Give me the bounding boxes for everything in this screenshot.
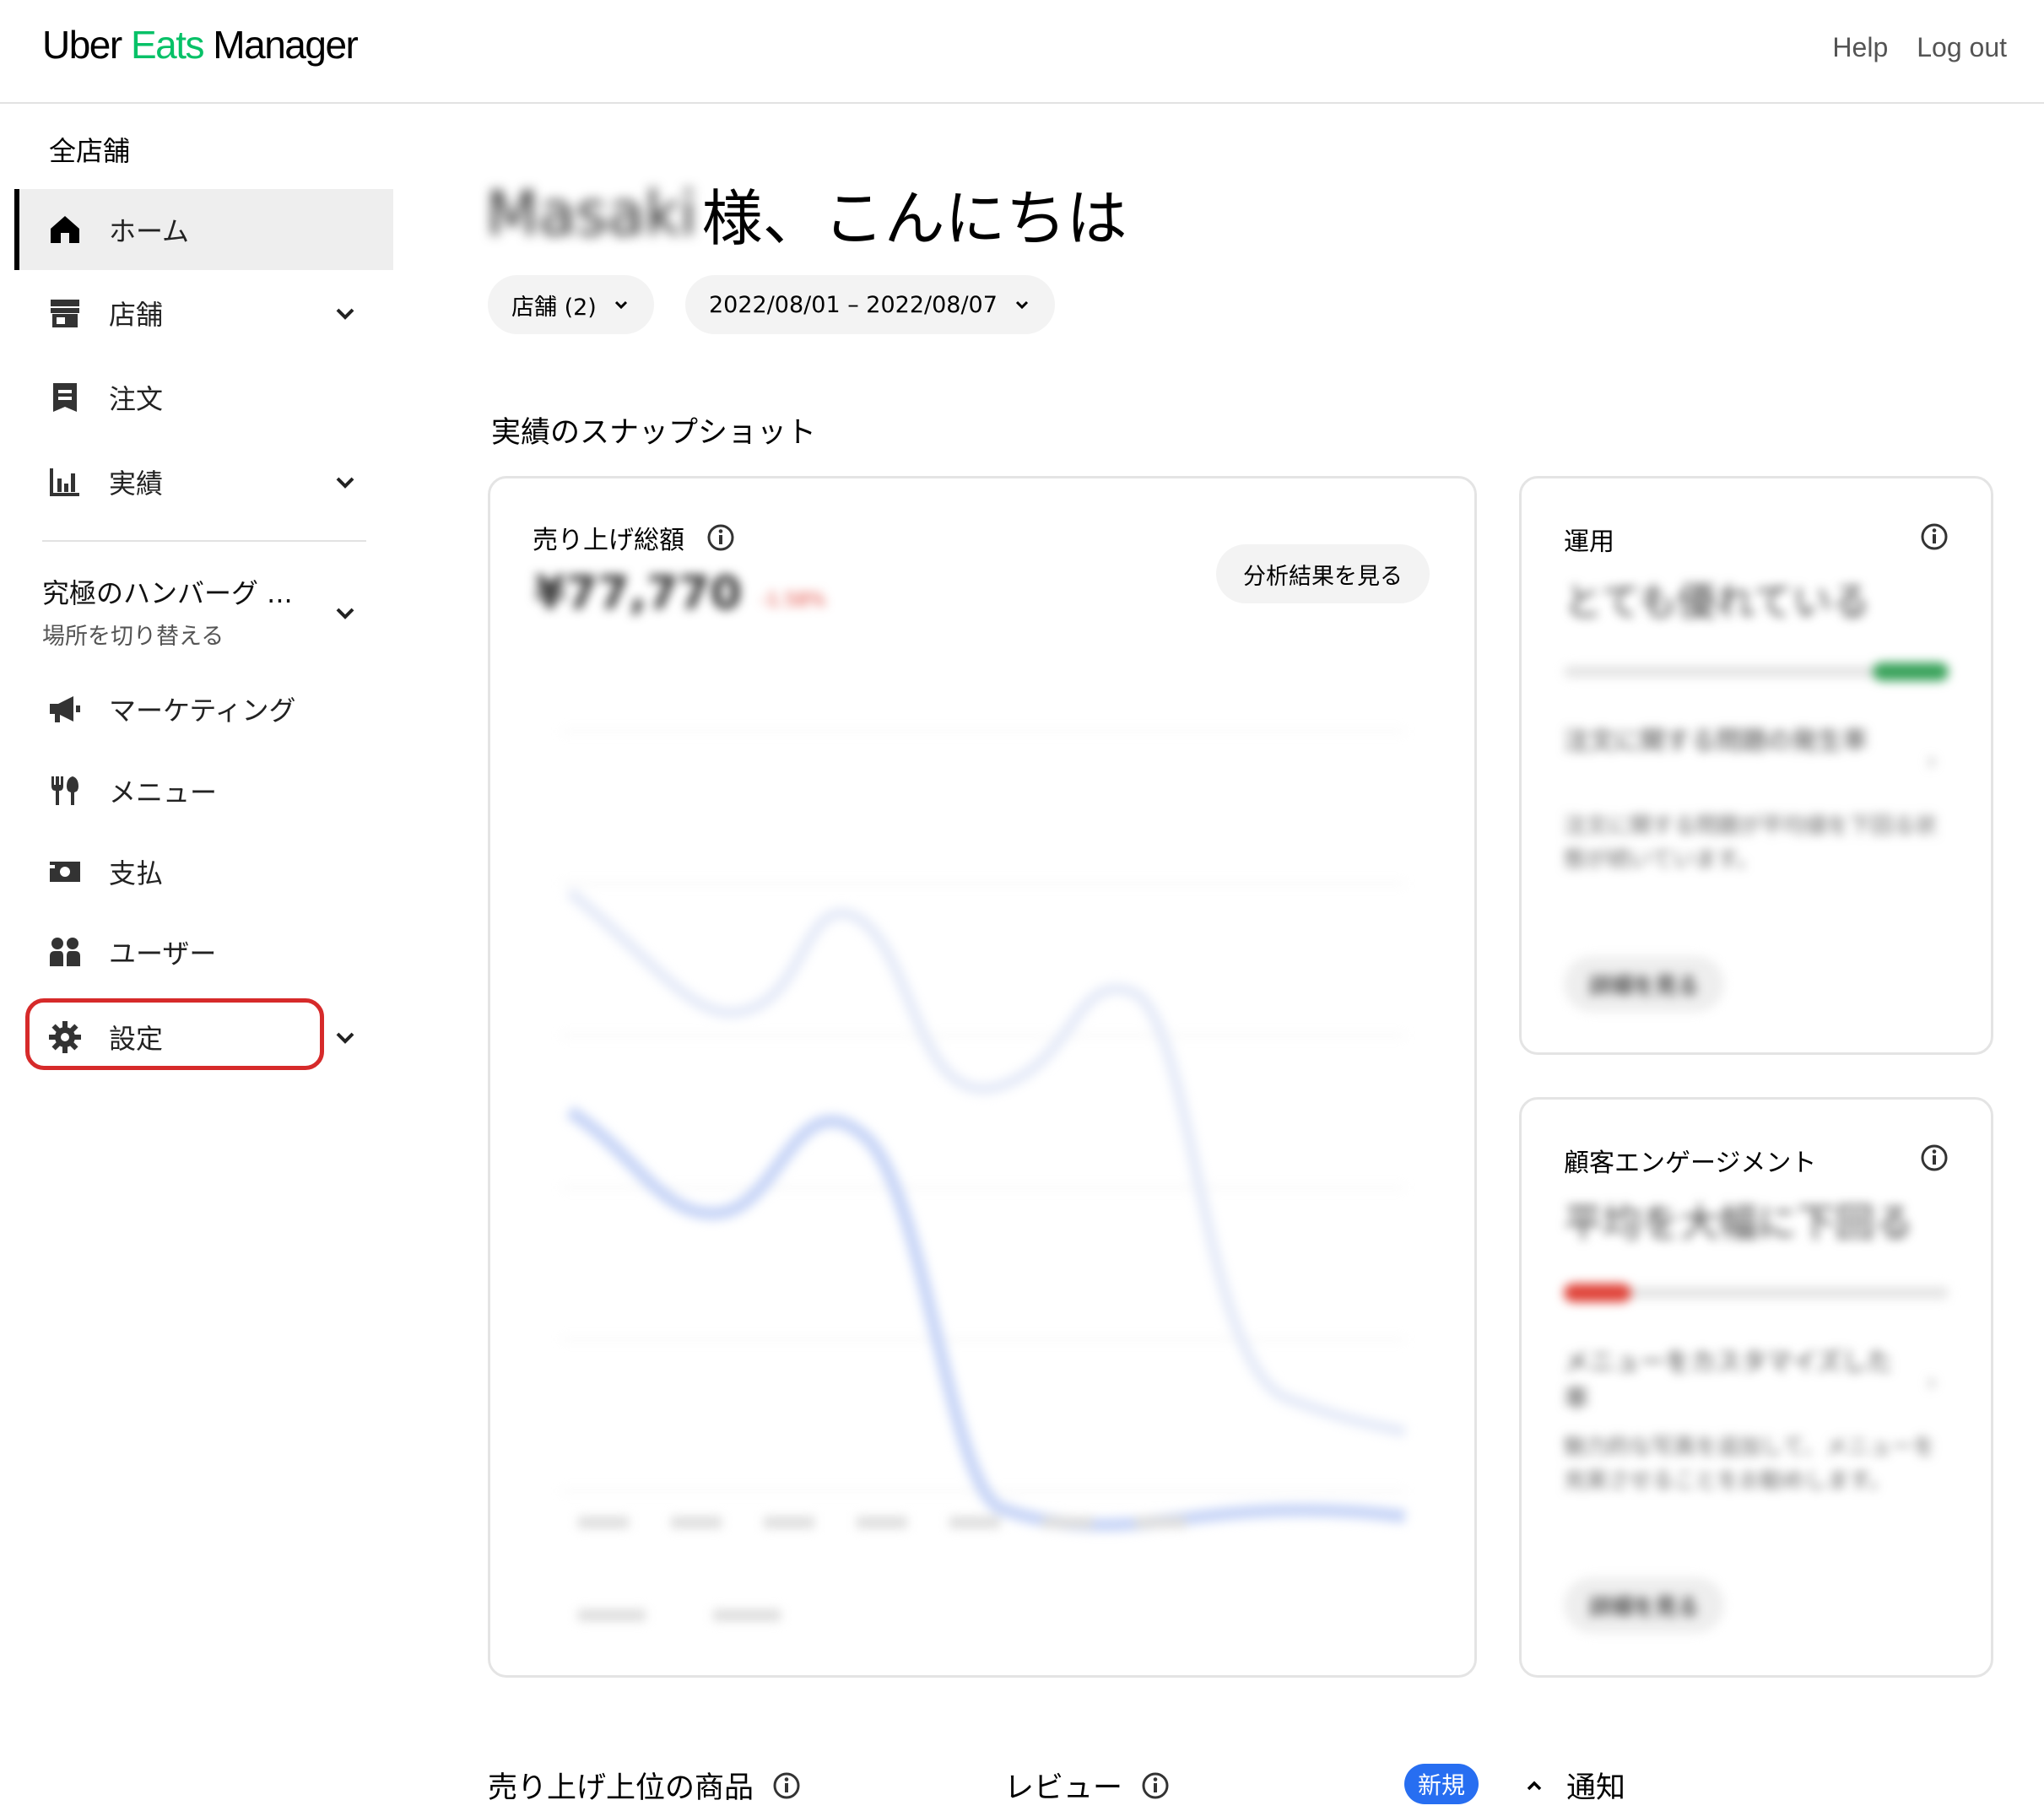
chevron-down-icon [1015, 300, 1028, 310]
sidebar-item-orders[interactable]: 注文 [14, 357, 393, 438]
sidebar-item-stores[interactable]: 店舗 [14, 273, 393, 354]
sidebar-item-marketing[interactable]: マーケティング [14, 668, 393, 749]
sales-line-chart [561, 731, 1407, 1621]
engagement-card-title: 顧客エンゲージメント [1564, 1149, 1817, 1178]
sidebar-item-users[interactable]: ユーザー [14, 911, 393, 992]
date-range-dropdown[interactable]: 2022/08/01 – 2022/08/07 [685, 275, 1055, 334]
notifications-toggle[interactable]: 通知 [1524, 1764, 1625, 1807]
info-icon[interactable] [1920, 522, 1949, 551]
sidebar-item-label: 支払 [109, 857, 164, 889]
payment-icon [48, 855, 82, 889]
users-icon [48, 935, 82, 969]
chevron-down-icon[interactable] [332, 468, 359, 495]
store-filter-label: 店舗 (2) [511, 294, 597, 321]
home-icon [48, 213, 82, 246]
sidebar-item-label: 店舗 [109, 299, 164, 331]
sales-total: ¥77,770 -1.58% [534, 566, 826, 619]
chevron-up-icon [1527, 1781, 1542, 1790]
sales-change-badge: -1.58% [760, 590, 826, 611]
sales-card-title: 売り上げ総額 [533, 526, 684, 555]
engagement-progress-fill [1564, 1284, 1631, 1302]
info-icon[interactable] [772, 1771, 801, 1800]
operations-progress-fill [1873, 662, 1949, 681]
operations-details-button[interactable]: 詳細を見る [1564, 956, 1725, 1012]
logo-uber: Uber [42, 23, 131, 67]
sidebar-item-label: 実績 [109, 468, 164, 500]
engagement-description: 魅力的な写真を追加して、メニューを充実させることをお勧めします。 [1564, 1435, 1935, 1494]
sidebar-item-payments[interactable]: 支払 [14, 831, 393, 912]
info-icon[interactable] [1141, 1771, 1170, 1800]
view-analysis-button[interactable]: 分析結果を見る [1216, 544, 1430, 603]
info-icon[interactable] [706, 523, 735, 552]
engagement-metric: メニューをカスタマイズした率 [1564, 1348, 1893, 1414]
store-scope-label: 全店舗 [49, 135, 131, 167]
chevron-down-icon[interactable] [332, 599, 359, 626]
sales-card: 売り上げ総額 ¥77,770 -1.58% 分析結果を見る [488, 476, 1477, 1678]
sidebar-item-home[interactable]: ホーム [14, 189, 393, 270]
chevron-down-icon[interactable] [332, 300, 359, 327]
chevron-down-icon[interactable] [332, 1024, 359, 1051]
engagement-card: 顧客エンゲージメント 平均を大幅に下回る メニューをカスタマイズした率 › 魅力… [1519, 1097, 1993, 1678]
sidebar-item-label: ホーム [109, 215, 190, 247]
greeting-name: Masaki [486, 177, 697, 249]
sidebar-item-label: 注文 [109, 383, 164, 415]
receipt-icon [48, 381, 82, 414]
utensils-icon [48, 774, 82, 808]
operations-metric: 注文に関する問題の発生率 [1564, 727, 1868, 756]
sidebar-item-performance[interactable]: 実績 [14, 441, 393, 522]
page-title: Masaki 様、こんにちは [486, 169, 1127, 257]
reviews-title: レビュー [1004, 1771, 1123, 1805]
sales-total-value: ¥77,770 [534, 566, 742, 619]
info-icon[interactable] [1920, 1143, 1949, 1172]
engagement-details-button[interactable]: 詳細を見る [1564, 1577, 1725, 1633]
sales-card-header: 売り上げ総額 [533, 519, 735, 556]
switch-location-label: 場所を切り替える [42, 624, 224, 650]
store-switcher[interactable]: 究極のハンバーグ ... 場所を切り替える [42, 572, 371, 651]
operations-description: 注文に関する問題が平均値を下回る状態が続いています。 [1564, 814, 1938, 873]
operations-card: 運用 とても優れている 注文に関する問題の発生率 › 注文に関する問題が平均値を… [1519, 476, 1993, 1055]
settings-highlight-annotation [25, 998, 324, 1070]
greeting-text: 様、こんにちは [701, 183, 1127, 254]
top-items-heading: 売り上げ上位の商品 [488, 1764, 801, 1807]
reviews-heading: レビュー [1004, 1764, 1170, 1807]
help-link[interactable]: Help [1832, 32, 1888, 63]
megaphone-icon [48, 692, 82, 726]
sidebar-item-label: メニュー [109, 776, 218, 808]
logout-link[interactable]: Log out [1917, 32, 2007, 63]
operations-status: とても優れている [1564, 579, 1870, 624]
sidebar-item-label: マーケティング [109, 695, 296, 727]
store-name: 究極のハンバーグ ... [42, 577, 293, 609]
header-links: Help Log out [1832, 32, 2007, 63]
top-header: Uber Eats Manager Help Log out [0, 0, 2044, 104]
chevron-right-icon[interactable]: › [1927, 1368, 1937, 1397]
chevron-down-icon [614, 300, 627, 310]
snapshot-section-title: 実績のスナップショット [491, 416, 817, 450]
top-items-title: 売り上げ上位の商品 [488, 1771, 754, 1805]
bar-chart-icon [48, 465, 82, 499]
uber-eats-manager-logo[interactable]: Uber Eats Manager [42, 22, 359, 68]
store-filter-dropdown[interactable]: 店舗 (2) [488, 275, 654, 334]
logo-manager: Manager [203, 23, 359, 67]
store-icon [48, 296, 82, 330]
operations-progress-bar [1564, 662, 1949, 681]
engagement-progress-bar [1564, 1284, 1949, 1302]
chevron-right-icon[interactable]: › [1927, 747, 1937, 776]
date-range-label: 2022/08/01 – 2022/08/07 [709, 291, 998, 318]
sidebar-item-menu[interactable]: メニュー [14, 750, 393, 831]
notifications-title: 通知 [1566, 1771, 1626, 1805]
sidebar-divider [42, 540, 366, 542]
sidebar-item-label: ユーザー [109, 938, 217, 970]
new-badge: 新規 [1404, 1764, 1479, 1804]
logo-eats: Eats [130, 23, 205, 67]
engagement-status: 平均を大幅に下回る [1564, 1200, 1913, 1246]
operations-card-title: 運用 [1564, 527, 1614, 557]
